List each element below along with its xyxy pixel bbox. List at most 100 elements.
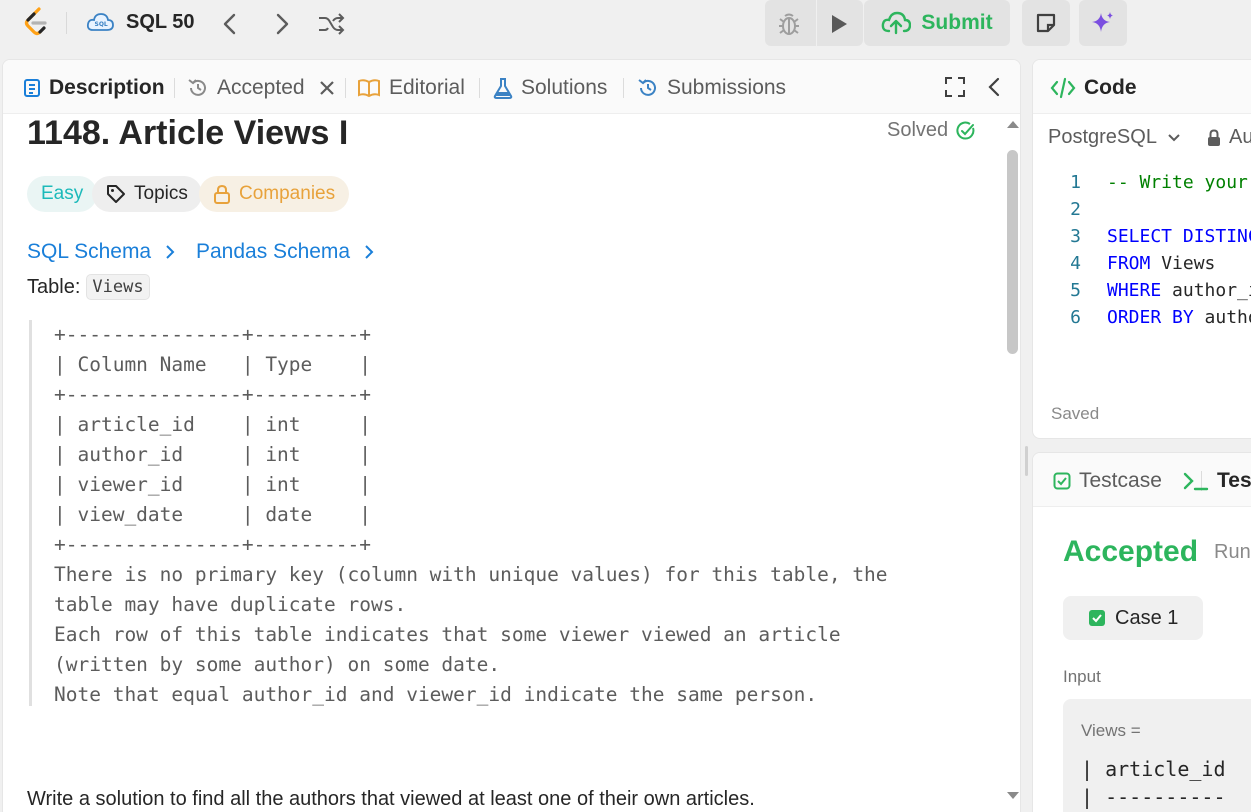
- pandas-schema-label: Pandas Schema: [196, 240, 351, 263]
- terminal-icon: [1183, 472, 1209, 491]
- input-box: Views = | article_id | ----------: [1063, 699, 1251, 812]
- code-tabs: Code: [1033, 60, 1251, 114]
- auto-label: Au: [1229, 126, 1251, 148]
- study-plan-title[interactable]: SQL 50: [126, 11, 195, 34]
- pandas-schema-link[interactable]: Pandas Schema: [196, 240, 374, 264]
- sql-comment: -- Write your: [1107, 172, 1248, 193]
- problem-description: 1148. Article Views I Solved Easy Topics…: [3, 114, 1003, 812]
- flask-icon: [493, 78, 513, 99]
- code-line: 5 WHERE author_i: [1033, 280, 1251, 307]
- run-debug-group: [765, 0, 863, 46]
- auto-toggle[interactable]: Au: [1207, 126, 1251, 149]
- schema-line: (written by some author) on some date.: [54, 653, 501, 676]
- line-number: 6: [1070, 307, 1081, 328]
- run-button[interactable]: [825, 10, 853, 38]
- tag-icon: [107, 185, 125, 203]
- schema-line: table may have duplicate rows.: [54, 593, 407, 616]
- code-panel: Code PostgreSQL Au 1 -- Write your 2 3 SELEC…: [1032, 59, 1251, 439]
- next-problem-button[interactable]: [268, 10, 296, 38]
- solved-status: Solved: [887, 119, 976, 142]
- schema-block: +---------------+---------+ | Column Name…: [29, 320, 989, 706]
- description-scrollbar[interactable]: [1003, 114, 1021, 812]
- saved-status: Saved: [1051, 404, 1100, 423]
- sql-identifier: author_i: [1161, 280, 1251, 301]
- tab-editorial-label: Editorial: [389, 76, 465, 99]
- check-square-icon: [1089, 610, 1105, 626]
- close-icon[interactable]: [319, 80, 335, 96]
- line-code: ORDER BY autho: [1107, 307, 1251, 334]
- notes-button[interactable]: [1022, 0, 1070, 46]
- bug-icon: [779, 13, 799, 35]
- sql-keyword: WHERE: [1107, 280, 1162, 301]
- code-editor[interactable]: 1 -- Write your 2 3 SELECT DISTINC 4 FROM View…: [1033, 170, 1251, 350]
- tab-editorial[interactable]: Editorial: [357, 73, 465, 103]
- input-variable: Views =: [1081, 721, 1141, 740]
- input-table-line: | ----------: [1081, 785, 1226, 809]
- sql-schema-link[interactable]: SQL Schema: [27, 240, 175, 264]
- tab-code[interactable]: Code: [1050, 73, 1137, 103]
- collapse-panel-button[interactable]: [987, 76, 1007, 100]
- tab-testcase-label: Testcase: [1079, 469, 1162, 492]
- leetcode-logo-icon[interactable]: [20, 6, 52, 40]
- ai-assistant-button[interactable]: [1079, 0, 1127, 46]
- scroll-up-icon[interactable]: [1005, 118, 1021, 130]
- line-code: -- Write your: [1107, 172, 1248, 199]
- submit-button[interactable]: Submit: [864, 0, 1010, 46]
- companies-button[interactable]: Companies: [199, 176, 350, 212]
- note-icon: [1036, 13, 1056, 33]
- language-select[interactable]: PostgreSQL: [1048, 126, 1181, 149]
- line-code: FROM Views: [1107, 253, 1215, 280]
- sparkle-icon: [1092, 12, 1113, 32]
- line-number: 2: [1070, 199, 1081, 220]
- sql-schema-label: SQL Schema: [27, 240, 152, 263]
- schema-line: | view_date | date |: [54, 503, 371, 526]
- scrollbar-thumb[interactable]: [1007, 150, 1018, 354]
- table-label: Table: Views: [27, 274, 150, 300]
- schema-line: +---------------+---------+: [54, 383, 371, 406]
- schema-line: | Column Name | Type |: [54, 353, 371, 376]
- sql-identifier: autho: [1204, 307, 1251, 328]
- sql-keyword: FROM: [1107, 253, 1151, 274]
- tab-solutions[interactable]: Solutions: [493, 73, 607, 103]
- chevron-right-icon: [166, 245, 175, 259]
- tab-description[interactable]: Description: [23, 73, 165, 103]
- panel-resize-handle[interactable]: [1025, 446, 1028, 476]
- line-number: 5: [1070, 280, 1081, 301]
- random-problem-button[interactable]: [316, 10, 346, 38]
- schema-line: Each row of this table indicates that so…: [54, 623, 841, 646]
- topics-label: Topics: [134, 183, 188, 204]
- sql-keyword: SELECT DISTINC: [1107, 226, 1251, 247]
- tab-accepted[interactable]: Accepted: [187, 73, 335, 103]
- schema-line: There is no primary key (column with uni…: [54, 563, 888, 586]
- companies-label: Companies: [239, 183, 336, 204]
- code-line: 2: [1033, 199, 1107, 226]
- problem-panel: Description Accepted Editorial Solutions…: [2, 59, 1021, 812]
- result-status: Accepted: [1063, 535, 1199, 568]
- tab-submissions[interactable]: Submissions: [637, 73, 786, 103]
- cloud-upload-icon: [882, 11, 912, 35]
- problem-title: 1148. Article Views I: [27, 114, 349, 152]
- schema-line: | article_id | int |: [54, 413, 371, 436]
- chevron-left-icon: [988, 77, 1000, 97]
- problem-statement: Write a solution to find all the authors…: [27, 788, 755, 810]
- sql-cloud-icon[interactable]: SQL: [86, 10, 114, 36]
- schema-line: | author_id | int |: [54, 443, 371, 466]
- input-heading: Input: [1063, 667, 1101, 686]
- schema-line: +---------------+---------+: [54, 533, 371, 556]
- fullscreen-button[interactable]: [944, 76, 968, 100]
- schema-line: Note that equal author_id and viewer_id …: [54, 683, 818, 706]
- book-icon: [358, 79, 380, 98]
- case-tab[interactable]: Case 1: [1063, 596, 1203, 640]
- debug-button[interactable]: [775, 10, 803, 38]
- chevron-down-icon: [1168, 133, 1180, 141]
- prev-problem-button[interactable]: [216, 10, 244, 38]
- scroll-down-icon[interactable]: [1005, 790, 1021, 802]
- schema-line: +---------------+---------+: [54, 323, 371, 346]
- play-icon: [832, 15, 847, 33]
- topics-button[interactable]: Topics: [92, 176, 202, 212]
- tab-test-result-label: Test: [1217, 469, 1251, 492]
- line-number: 4: [1070, 253, 1081, 274]
- tab-testcase[interactable]: Testcase: [1053, 466, 1162, 496]
- difficulty-badge: Easy: [27, 176, 98, 212]
- tab-test-result[interactable]: Test: [1183, 466, 1251, 496]
